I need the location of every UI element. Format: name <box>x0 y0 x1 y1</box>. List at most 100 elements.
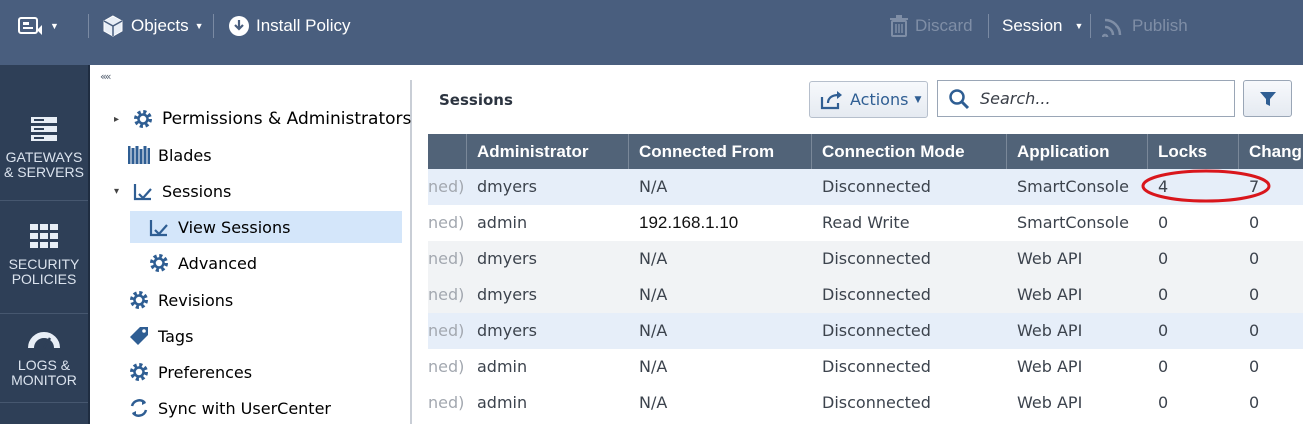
actions-button[interactable]: Actions ▼ <box>809 81 928 118</box>
nav-label-line1: SECURITY <box>8 256 80 272</box>
cell-administrator: dmyers <box>477 177 537 196</box>
sync-icon <box>130 399 148 417</box>
table-row[interactable]: ned) dmyers N/A Disconnected Web API 0 0 <box>428 241 1303 277</box>
cell-locks: 0 <box>1158 321 1169 340</box>
cell-application: Web API <box>1017 285 1083 304</box>
chevron-down-icon: ▼ <box>50 21 59 31</box>
publish-label: Publish <box>1132 16 1188 35</box>
chevron-down-icon: ▼ <box>1074 21 1084 31</box>
tree-item-tags[interactable]: Tags <box>128 320 193 352</box>
nav-label-line2: & SERVERS <box>4 164 84 180</box>
search-box[interactable] <box>937 80 1235 117</box>
chevron-down-icon: ▼ <box>194 21 204 31</box>
gateways-servers-icon <box>31 117 57 141</box>
objects-menu-button[interactable]: Objects ▼ <box>101 0 204 52</box>
cell-truncated: ned) <box>428 249 465 268</box>
install-policy-button[interactable]: Install Policy <box>228 0 350 52</box>
tree-item-preferences[interactable]: Preferences <box>128 356 252 388</box>
cell-administrator: admin <box>477 213 528 232</box>
install-policy-label: Install Policy <box>256 16 351 35</box>
nav-label-line2: MONITOR <box>11 372 77 388</box>
table-header: Administrator Connected From Connection … <box>428 134 1303 169</box>
blades-icon <box>128 146 150 164</box>
cell-truncated: ned) <box>428 177 465 196</box>
cell-truncated: ned) <box>428 357 465 376</box>
discard-button[interactable]: Discard <box>889 0 973 52</box>
filter-button[interactable] <box>1243 80 1292 117</box>
cell-connected-from: N/A <box>639 177 668 196</box>
tree-item-label: Blades <box>158 145 212 165</box>
nav-label-line1: LOGS & <box>17 357 71 373</box>
sessions-icon <box>133 184 152 201</box>
cell-connected-from: 192.168.1.10 <box>639 213 739 232</box>
tree-item-revisions[interactable]: Revisions <box>128 284 233 316</box>
actions-label: Actions <box>850 90 909 109</box>
cell-application: SmartConsole <box>1017 213 1129 232</box>
cell-administrator: dmyers <box>477 249 537 268</box>
column-header-application[interactable]: Application <box>1007 134 1148 169</box>
cell-changes: 0 <box>1249 249 1260 268</box>
tag-icon <box>130 327 148 345</box>
table-row[interactable]: ned) admin 192.168.1.10 Read Write SmartCons… <box>428 205 1303 241</box>
publish-rss-icon <box>1102 18 1122 37</box>
search-input[interactable] <box>978 88 1222 109</box>
tree-item-sync-with-usercenter[interactable]: Sync with UserCenter <box>128 392 331 424</box>
column-header-administrator[interactable]: Administrator <box>467 134 629 169</box>
nav-security-policies[interactable]: SECURITY POLICIES <box>0 201 88 314</box>
toolbar-divider <box>88 14 89 38</box>
cell-connection-mode: Disconnected <box>822 177 931 196</box>
gear-icon <box>134 110 152 128</box>
tree-item-label: Revisions <box>158 290 234 310</box>
tree-item-label: Sessions <box>162 181 232 201</box>
cell-changes: 0 <box>1249 213 1260 232</box>
collapse-panel-icon[interactable]: «« <box>100 70 112 83</box>
cell-locks: 0 <box>1158 393 1169 412</box>
cell-connection-mode: Read Write <box>822 213 910 232</box>
page-title: Sessions <box>439 91 513 109</box>
cell-truncated: ned) <box>428 285 465 304</box>
column-header-connection-mode[interactable]: Connection Mode <box>812 134 1007 169</box>
table-row[interactable]: ned) dmyers N/A Disconnected Web API 0 0 <box>428 313 1303 349</box>
cell-changes: 0 <box>1249 393 1260 412</box>
view-sessions-icon <box>149 220 168 237</box>
tree-item-advanced[interactable]: Advanced <box>148 247 257 279</box>
expand-arrow-icon[interactable]: ▸ <box>114 114 124 125</box>
column-header-locks[interactable]: Locks <box>1148 134 1239 169</box>
gear-icon <box>150 254 168 272</box>
cell-connected-from: N/A <box>639 357 668 376</box>
nav-next-item[interactable] <box>0 403 88 424</box>
cell-changes: 0 <box>1249 285 1260 304</box>
tree-item-permissions-administrators[interactable]: ▸ Permissions & Administrators <box>114 103 411 135</box>
cell-changes: 0 <box>1249 321 1260 340</box>
nav-label-line2: POLICIES <box>11 271 77 287</box>
tree-item-label: Advanced <box>178 253 258 273</box>
tree-item-blades[interactable]: Blades <box>128 139 212 171</box>
cube-icon <box>103 15 123 37</box>
tree-item-sessions[interactable]: ▾ Sessions <box>114 175 231 207</box>
tree-item-view-sessions[interactable]: View Sessions <box>130 211 402 243</box>
table-row[interactable]: ned) admin N/A Disconnected Web API 0 0 <box>428 385 1303 421</box>
tree-item-label: Permissions & Administrators <box>162 109 412 129</box>
nav-logs-monitor[interactable]: LOGS & MONITOR <box>0 314 88 403</box>
table-row[interactable]: ned) dmyers N/A Disconnected Web API 0 0 <box>428 277 1303 313</box>
publish-button[interactable]: Publish <box>1102 0 1188 52</box>
cell-locks: 0 <box>1158 285 1169 304</box>
cell-connected-from: N/A <box>639 285 668 304</box>
table-row[interactable]: ned) admin N/A Disconnected Web API 0 0 <box>428 349 1303 385</box>
top-toolbar: ▼ Objects ▼ Install Policy Discard Sessi… <box>0 0 1303 65</box>
session-menu-button[interactable]: Session ▼ <box>1002 0 1083 52</box>
session-label: Session <box>1002 16 1063 35</box>
toolbar-divider <box>213 14 214 38</box>
column-header-connected-from[interactable]: Connected From <box>629 134 812 169</box>
column-header-truncated[interactable] <box>428 134 467 169</box>
cell-connected-from: N/A <box>639 249 668 268</box>
cell-connection-mode: Disconnected <box>822 393 931 412</box>
collapse-arrow-icon[interactable]: ▾ <box>114 186 124 197</box>
cell-administrator: admin <box>477 357 528 376</box>
nav-gateways-servers[interactable]: GATEWAYS & SERVERS <box>0 88 88 201</box>
toolbar-divider <box>988 14 989 38</box>
main-menu-button[interactable]: ▼ <box>18 0 59 52</box>
column-header-changes[interactable]: Chang <box>1239 134 1303 169</box>
trash-icon <box>890 15 908 37</box>
search-icon <box>949 88 970 109</box>
